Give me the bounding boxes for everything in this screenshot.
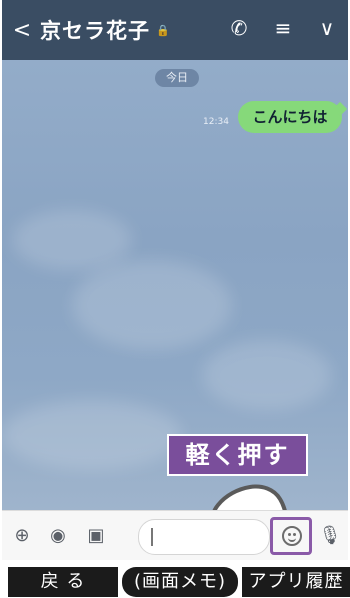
background-cloud (2, 400, 182, 470)
message-input-bar: ⊕ ◉ ▣ 🎙 (2, 510, 348, 560)
phone-screen: < 京セラ花子 🔒 ✆ ≡ ∨ 今日 12:34 こんにちは 軽く押す ⊕ ◉ … (2, 0, 348, 560)
menu-icon[interactable]: ≡ (272, 16, 294, 40)
message-input[interactable] (138, 519, 270, 555)
message-time: 12:34 (203, 117, 229, 127)
camera-icon[interactable]: ◉ (46, 524, 70, 548)
date-separator: 今日 (155, 69, 199, 87)
instruction-callout: 軽く押す (167, 434, 308, 476)
phone-call-icon[interactable]: ✆ (228, 16, 250, 40)
screen-memo-button[interactable]: (画面メモ) (122, 567, 238, 597)
background-cloud (12, 210, 132, 270)
background-cloud (72, 260, 232, 350)
back-chevron-icon[interactable]: < (8, 18, 36, 43)
back-button[interactable]: 戻 る (8, 567, 118, 597)
header-actions: ✆ ≡ ∨ (228, 16, 338, 40)
lock-icon: 🔒 (156, 23, 170, 37)
add-icon[interactable]: ⊕ (10, 524, 34, 548)
app-history-button[interactable]: アプリ履歴 (242, 567, 350, 597)
emoji-icon (282, 526, 302, 546)
background-cloud (202, 340, 332, 410)
contact-name: 京セラ花子 (40, 19, 150, 43)
bottom-button-bar: 戻 る (画面メモ) アプリ履歴 (0, 565, 350, 598)
emoji-button[interactable] (270, 517, 312, 555)
microphone-icon[interactable]: 🎙 (318, 524, 342, 548)
text-caret (151, 528, 153, 546)
chat-header: < 京セラ花子 🔒 ✆ ≡ ∨ (2, 0, 348, 60)
chevron-down-icon[interactable]: ∨ (316, 16, 338, 40)
message-bubble[interactable]: こんにちは (238, 101, 342, 133)
image-icon[interactable]: ▣ (84, 524, 108, 548)
chat-area: 今日 12:34 こんにちは 軽く押す (2, 60, 348, 560)
